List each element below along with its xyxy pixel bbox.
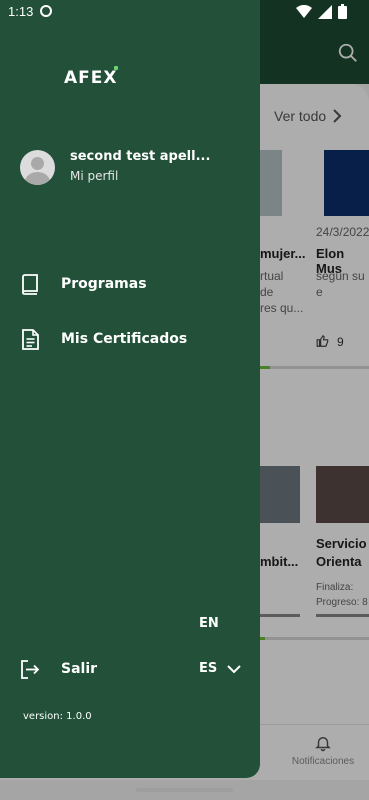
logout-label: Salir xyxy=(61,661,98,677)
language-option-en[interactable]: EN xyxy=(199,616,219,631)
logout-button[interactable]: Salir xyxy=(20,654,110,684)
status-bar: 1:13 xyxy=(0,0,369,22)
logo-accent-dot xyxy=(114,66,118,70)
avatar[interactable] xyxy=(20,150,55,185)
navigation-drawer: AFEX second test apell... Mi perfil Prog… xyxy=(0,0,260,778)
document-icon xyxy=(20,328,40,350)
language-selector[interactable]: ES xyxy=(199,661,217,676)
status-icons xyxy=(296,4,347,19)
menu-item-label: Mis Certificados xyxy=(61,331,188,347)
status-time: 1:13 xyxy=(8,4,34,19)
user-name[interactable]: second test apell... xyxy=(70,149,212,164)
app-logo: AFEX xyxy=(64,68,118,88)
battery-icon xyxy=(338,4,347,19)
chevron-down-icon[interactable] xyxy=(226,661,242,677)
menu-item-mis-certificados[interactable]: Mis Certificados xyxy=(20,324,240,354)
book-icon xyxy=(20,273,40,295)
home-indicator xyxy=(136,788,233,792)
app-notification-icon xyxy=(40,5,52,17)
app-version: version: 1.0.0 xyxy=(23,711,92,722)
logout-icon xyxy=(20,658,40,680)
menu-item-label: Programas xyxy=(61,276,147,292)
signal-icon xyxy=(318,4,332,19)
profile-link[interactable]: Mi perfil xyxy=(70,169,118,183)
wifi-icon xyxy=(296,4,312,18)
menu-item-programas[interactable]: Programas xyxy=(20,269,240,299)
